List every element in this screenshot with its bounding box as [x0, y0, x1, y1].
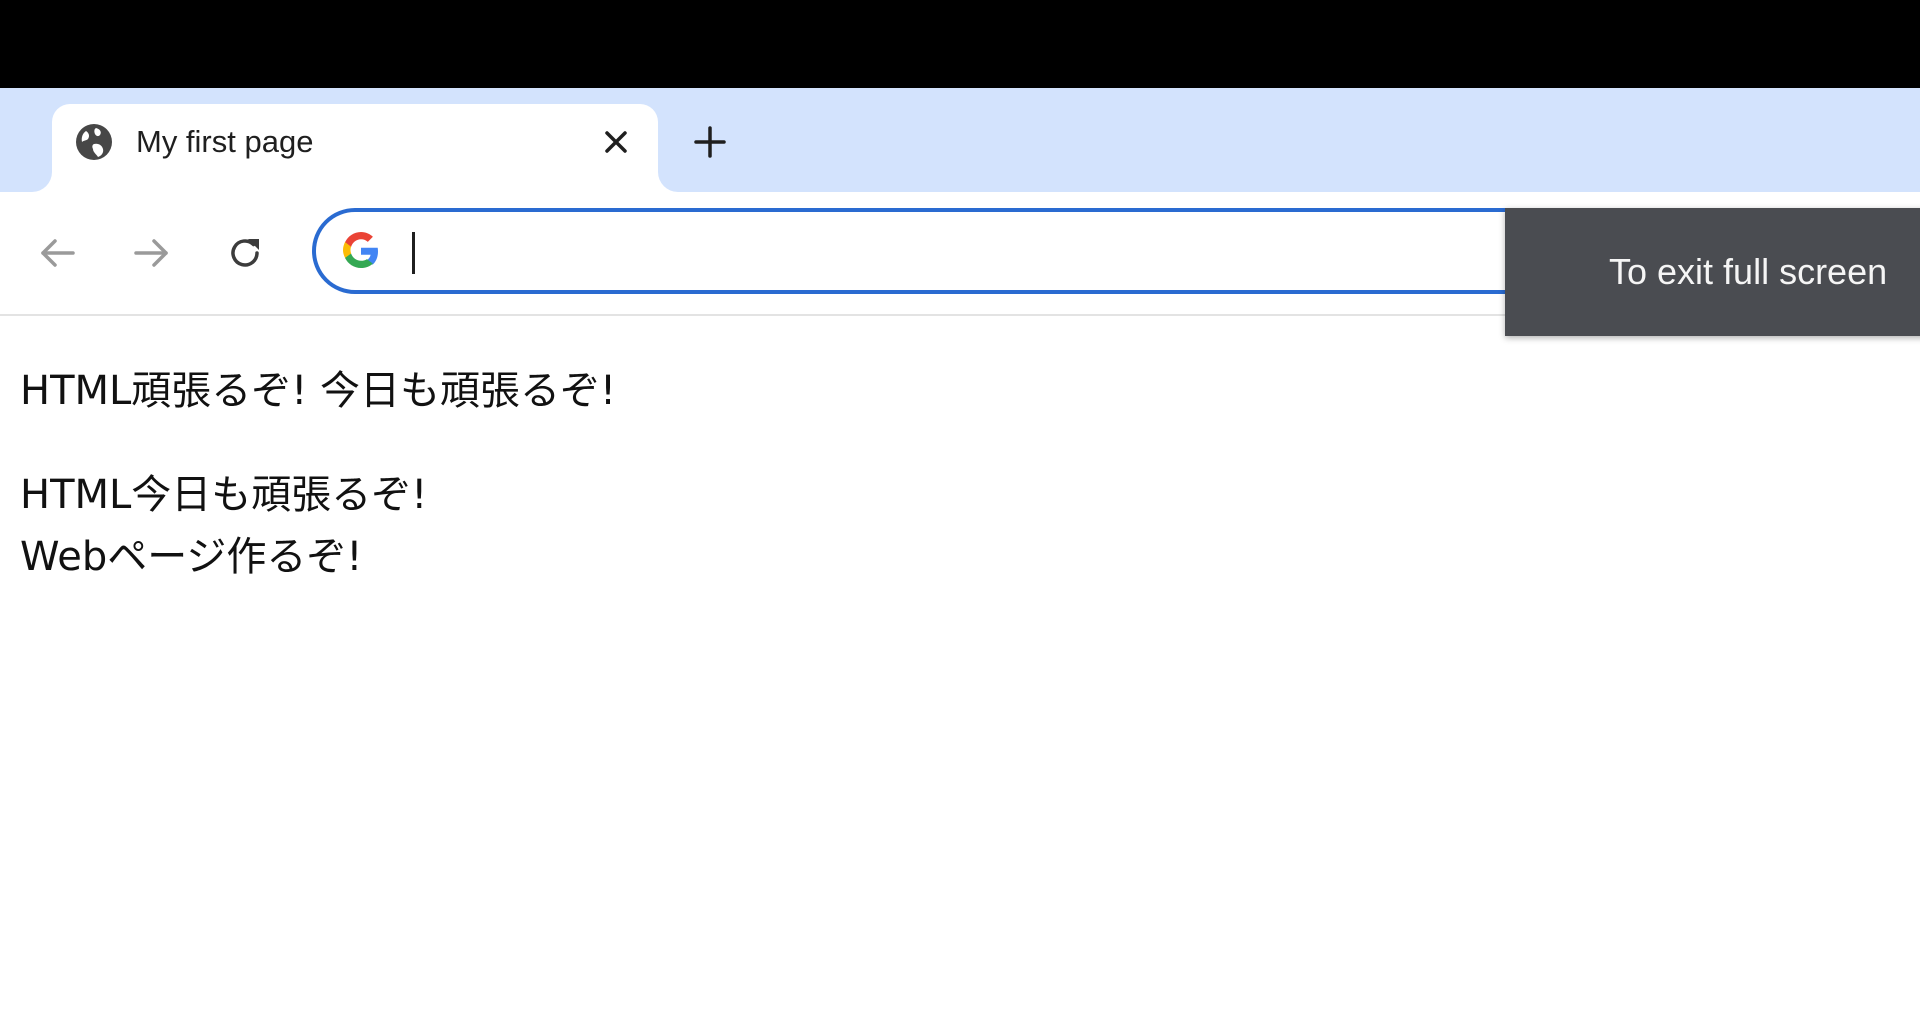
address-input[interactable]: [412, 222, 1412, 282]
paragraph-2-line-1: HTML今日も頑張るぞ!: [20, 472, 428, 518]
tab-title: My first page: [136, 124, 314, 159]
top-black-bar: [0, 0, 1920, 88]
tab-my-first-page[interactable]: My first page: [52, 104, 658, 192]
page-content: HTML頑張るぞ! 今日も頑張るぞ! HTML今日も頑張るぞ! Webページ作る…: [20, 360, 1420, 630]
forward-arrow-icon[interactable]: [130, 232, 172, 274]
paragraph-1: HTML頑張るぞ! 今日も頑張るぞ!: [20, 368, 617, 414]
fullscreen-exit-toast: To exit full screen: [1505, 208, 1920, 336]
text-caret: [412, 232, 415, 274]
paragraph-2-line-2: Webページ作るぞ!: [20, 534, 363, 580]
paragraph-2: HTML今日も頑張るぞ! Webページ作るぞ!: [20, 464, 1420, 588]
fullscreen-toast-text: To exit full screen: [1609, 251, 1888, 292]
globe-icon: [76, 124, 112, 160]
back-arrow-icon[interactable]: [37, 232, 79, 274]
reload-icon[interactable]: [224, 232, 266, 274]
close-icon[interactable]: [598, 124, 634, 160]
tab-strip: My first page: [0, 88, 1920, 192]
browser-screen: My first page To exit full screen HTML頑張…: [0, 0, 1920, 1020]
google-g-icon: [343, 232, 378, 268]
plus-icon[interactable]: [690, 122, 730, 162]
